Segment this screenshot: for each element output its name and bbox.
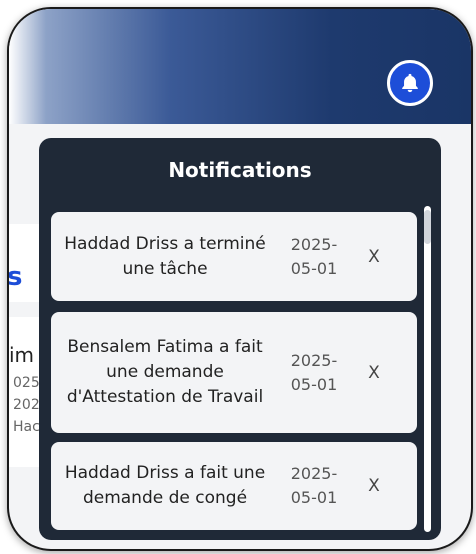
notification-message: Haddad Driss a fait une demande de congé	[64, 463, 266, 508]
bell-icon	[402, 73, 418, 93]
dismiss-button[interactable]: X	[349, 363, 399, 383]
notification-message: Haddad Driss a terminé une tâche	[64, 233, 266, 279]
background-text-3: 202	[13, 397, 40, 413]
notification-date: 2025-05-01	[290, 350, 338, 394]
notifications-button[interactable]	[387, 60, 433, 106]
notification-item[interactable]: Haddad Driss a terminé une tâche 2025-05…	[51, 212, 417, 301]
background-text-2: 025	[13, 375, 40, 391]
notification-item[interactable]: Bensalem Fatima a fait une demande d'Att…	[51, 312, 417, 433]
background-text-4: Hac	[13, 419, 40, 435]
background-heading-fragment: s	[7, 262, 23, 292]
notification-date: 2025-05-01	[290, 464, 338, 507]
top-navbar	[9, 9, 471, 124]
notification-date: 2025-05-01	[290, 234, 338, 278]
notification-item[interactable]: Haddad Driss a fait une demande de congé…	[51, 442, 417, 530]
dismiss-button[interactable]: X	[349, 247, 399, 267]
dismiss-button[interactable]: X	[349, 476, 399, 496]
scrollbar[interactable]	[424, 206, 431, 532]
scrollbar-thumb[interactable]	[424, 210, 431, 244]
notifications-title: Notifications	[168, 158, 312, 182]
notification-message: Bensalem Fatima a fait une demande d'Att…	[66, 337, 264, 407]
app-window: s im 025 202 Hac Notifications Haddad Dr…	[7, 7, 473, 551]
background-text-1: im	[9, 343, 35, 367]
notifications-panel: Notifications Haddad Driss a terminé une…	[39, 138, 441, 540]
